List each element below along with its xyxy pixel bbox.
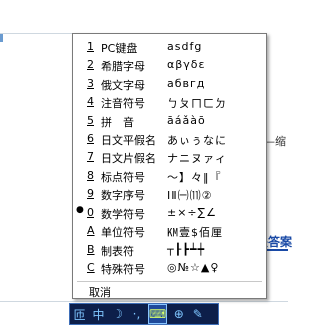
soft-keyboard-icon[interactable]: ⌨ bbox=[148, 304, 168, 324]
menu-item[interactable]: 9 数字序号 ⅠⅡ㈠⑾② bbox=[73, 185, 266, 203]
menu-item[interactable]: 8 标点符号 ～】々‖『 bbox=[73, 167, 266, 185]
menu-item-label: 单位符号 bbox=[101, 226, 145, 239]
menu-item-sample: ナニヌァィ bbox=[167, 152, 227, 165]
menu-item-shortcut: 3 bbox=[87, 77, 94, 90]
menu-separator bbox=[77, 281, 262, 282]
punctuation-icon[interactable]: ·, bbox=[129, 305, 144, 323]
menu-item-shortcut: 9 bbox=[87, 187, 94, 200]
menu-item[interactable]: 2 希腊字母 αβγδε bbox=[73, 56, 266, 74]
menu-item-label: 数学符号 bbox=[101, 208, 145, 221]
menu-item-label: 制表符 bbox=[101, 245, 134, 258]
cancel-menu-item[interactable]: 取消 bbox=[89, 284, 111, 300]
selected-dot-icon: ● bbox=[76, 205, 84, 215]
menu-item-label: 俄文字母 bbox=[101, 79, 145, 92]
chinese-mode-icon[interactable]: 中 bbox=[91, 305, 106, 323]
menu-item-shortcut: C bbox=[87, 261, 95, 274]
page-left-edge bbox=[0, 33, 3, 42]
menu-item-shortcut: 5 bbox=[87, 114, 94, 127]
menu-item-shortcut: B bbox=[87, 243, 95, 256]
menu-item-shortcut: 6 bbox=[87, 132, 94, 145]
menu-item-sample: абвгд bbox=[167, 77, 206, 90]
half-width-icon[interactable]: ☽ bbox=[110, 305, 125, 323]
menu-item[interactable]: 4 注音符号 ㄅㄆㄇㄈㄉ bbox=[73, 93, 266, 111]
menu-item-label: 数字序号 bbox=[101, 189, 145, 202]
menu-item-sample: ㏎壹$佰厘 bbox=[167, 226, 223, 239]
collapse-text[interactable]: —缩 bbox=[264, 133, 286, 149]
menu-item-sample: ±×÷∑∠ bbox=[167, 206, 217, 219]
menu-item-sample: ┬┠┣┷┿ bbox=[167, 243, 206, 256]
menu-item[interactable]: ● 0 数学符号 ±×÷∑∠ bbox=[73, 204, 266, 222]
menu-item[interactable]: C 特殊符号 ◎№☆▲♀ bbox=[73, 259, 266, 277]
collapse-label: 缩 bbox=[275, 135, 286, 148]
menu-item-shortcut: 1 bbox=[87, 40, 94, 53]
soft-keyboard-menu: 取消 1 PC键盘 asdfg 2 希腊字母 αβγδε 3 俄文字母 абвгд 4 注音符号 ㄅㄆ… bbox=[72, 33, 267, 299]
ime-logo-icon[interactable]: 匝 bbox=[72, 305, 87, 323]
menu-item-sample: ㄅㄆㄇㄈㄉ bbox=[167, 97, 227, 110]
menu-item-shortcut: 4 bbox=[87, 95, 94, 108]
menu-item-shortcut: 2 bbox=[87, 58, 94, 71]
menu-item-sample: ～】々‖『 bbox=[167, 171, 222, 184]
menu-item-sample: αβγδε bbox=[167, 58, 206, 71]
menu-item-shortcut: 0 bbox=[87, 206, 94, 219]
menu-item-sample: あぃぅなに bbox=[167, 134, 227, 147]
menu-item[interactable]: A 单位符号 ㏎壹$佰厘 bbox=[73, 222, 266, 240]
ime-toolbar: 匝中 ☽ ·, ⌨ ⊕ ✎ bbox=[69, 303, 219, 325]
menu-item-label: 日文片假名 bbox=[101, 152, 156, 165]
page-divider bbox=[0, 301, 288, 302]
menu-item[interactable]: 6 日文平假名 あぃぅなに bbox=[73, 130, 266, 148]
menu-item-sample: ◎№☆▲♀ bbox=[167, 261, 220, 274]
menu-item-label: 标点符号 bbox=[101, 171, 145, 184]
menu-item[interactable]: 5 拼 音 āáǎàō bbox=[73, 112, 266, 130]
menu-item[interactable]: 3 俄文字母 абвгд bbox=[73, 75, 266, 93]
menu-item-shortcut: A bbox=[87, 224, 95, 237]
menu-item[interactable]: 7 日文片假名 ナニヌァィ bbox=[73, 148, 266, 166]
page-divider bbox=[0, 33, 72, 34]
menu-item[interactable]: B 制表符 ┬┠┣┷┿ bbox=[73, 241, 266, 259]
menu-item-sample: asdfg bbox=[167, 40, 203, 53]
menu-item-sample: āáǎàō bbox=[167, 114, 206, 127]
menu-item-label: 特殊符号 bbox=[101, 263, 145, 276]
menu-item-label: 希腊字母 bbox=[101, 60, 145, 73]
tool-icon[interactable]: ⊕ bbox=[171, 305, 186, 323]
menu-item-label: 拼 音 bbox=[101, 116, 134, 129]
settings-icon[interactable]: ✎ bbox=[190, 305, 205, 323]
menu-item-label: PC键盘 bbox=[101, 42, 138, 55]
menu-item-shortcut: 8 bbox=[87, 169, 94, 182]
menu-item-label: 日文平假名 bbox=[101, 134, 156, 147]
menu-item-sample: ⅠⅡ㈠⑾② bbox=[167, 189, 213, 202]
menu-item-label: 注音符号 bbox=[101, 97, 145, 110]
menu-item[interactable]: 1 PC键盘 asdfg bbox=[73, 38, 266, 56]
menu-item-shortcut: 7 bbox=[87, 150, 94, 163]
